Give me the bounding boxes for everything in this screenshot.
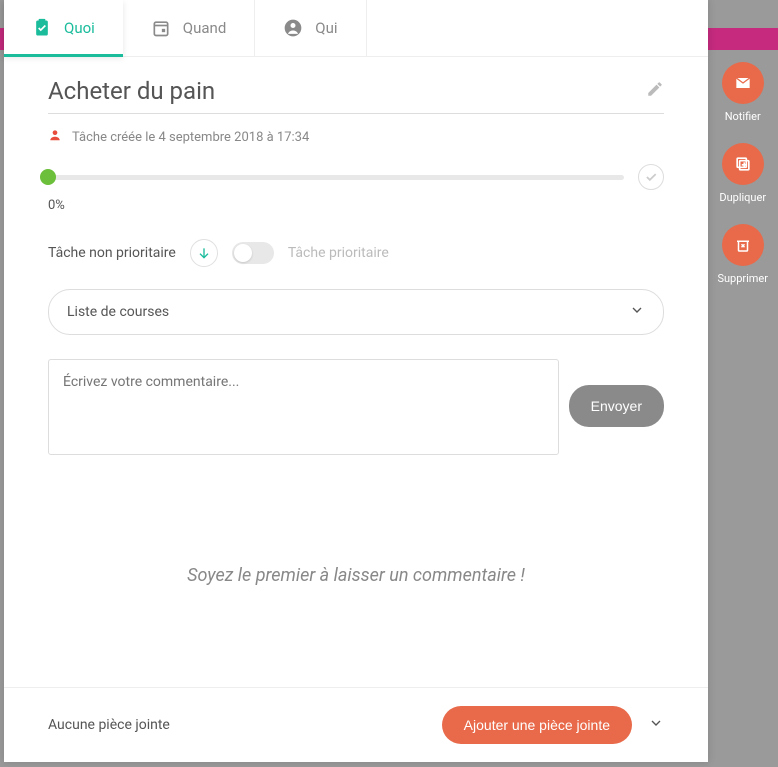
person-icon [48, 128, 62, 146]
comment-input[interactable] [48, 359, 559, 455]
attachment-actions: Ajouter une pièce jointe [442, 706, 664, 744]
priority-high-label: Tâche prioritaire [288, 245, 389, 261]
progress-percent: 0% [48, 198, 664, 213]
tab-label: Quand [183, 19, 227, 37]
progress-row [48, 164, 664, 190]
comment-section: Envoyer [48, 359, 664, 455]
mark-done-button[interactable] [638, 164, 664, 190]
duplicate-icon [722, 143, 764, 185]
progress-section: 0% [48, 164, 664, 213]
priority-low-label: Tâche non prioritaire [48, 245, 176, 261]
progress-handle[interactable] [40, 169, 56, 185]
tab-qui[interactable]: Qui [255, 0, 366, 56]
task-modal: Quoi Quand Qui Acheter du pain Tâch [4, 0, 708, 762]
tab-label: Quoi [64, 19, 95, 37]
send-comment-button[interactable]: Envoyer [569, 385, 664, 427]
task-title[interactable]: Acheter du pain [48, 77, 636, 105]
tab-bar: Quoi Quand Qui [4, 0, 708, 57]
empty-comments-message: Soyez le premier à laisser un commentair… [48, 565, 664, 687]
list-selected-value: Liste de courses [67, 304, 169, 320]
chevron-down-icon[interactable] [648, 715, 664, 735]
person-circle-icon [283, 18, 303, 38]
toggle-knob [234, 244, 252, 262]
mail-icon [722, 62, 764, 104]
progress-slider[interactable] [48, 175, 624, 180]
list-select[interactable]: Liste de courses [48, 289, 664, 335]
clipboard-check-icon [32, 18, 52, 38]
created-meta: Tâche créée le 4 septembre 2018 à 17:34 [48, 128, 664, 146]
chevron-down-icon [629, 302, 645, 322]
tab-quoi[interactable]: Quoi [4, 0, 123, 56]
trash-icon [722, 224, 764, 266]
side-actions: Notifier Dupliquer Supprimer [717, 62, 768, 285]
notify-label: Notifier [725, 110, 761, 123]
tab-content: Acheter du pain Tâche créée le 4 septemb… [4, 57, 708, 687]
pencil-icon[interactable] [646, 80, 664, 102]
arrow-down-icon [190, 239, 218, 267]
attachment-none-label: Aucune pièce jointe [48, 717, 170, 733]
priority-toggle[interactable] [232, 242, 274, 264]
attachment-bar: Aucune pièce jointe Ajouter une pièce jo… [4, 687, 708, 762]
add-attachment-button[interactable]: Ajouter une pièce jointe [442, 706, 632, 744]
tab-label: Qui [315, 19, 337, 37]
duplicate-label: Dupliquer [719, 191, 766, 204]
title-row: Acheter du pain [48, 77, 664, 114]
priority-row: Tâche non prioritaire Tâche prioritaire [48, 239, 664, 267]
delete-label: Supprimer [717, 272, 768, 285]
tab-quand[interactable]: Quand [123, 0, 256, 56]
calendar-icon [151, 18, 171, 38]
duplicate-action[interactable]: Dupliquer [719, 143, 766, 204]
created-text: Tâche créée le 4 septembre 2018 à 17:34 [72, 130, 309, 145]
notify-action[interactable]: Notifier [722, 62, 764, 123]
delete-action[interactable]: Supprimer [717, 224, 768, 285]
